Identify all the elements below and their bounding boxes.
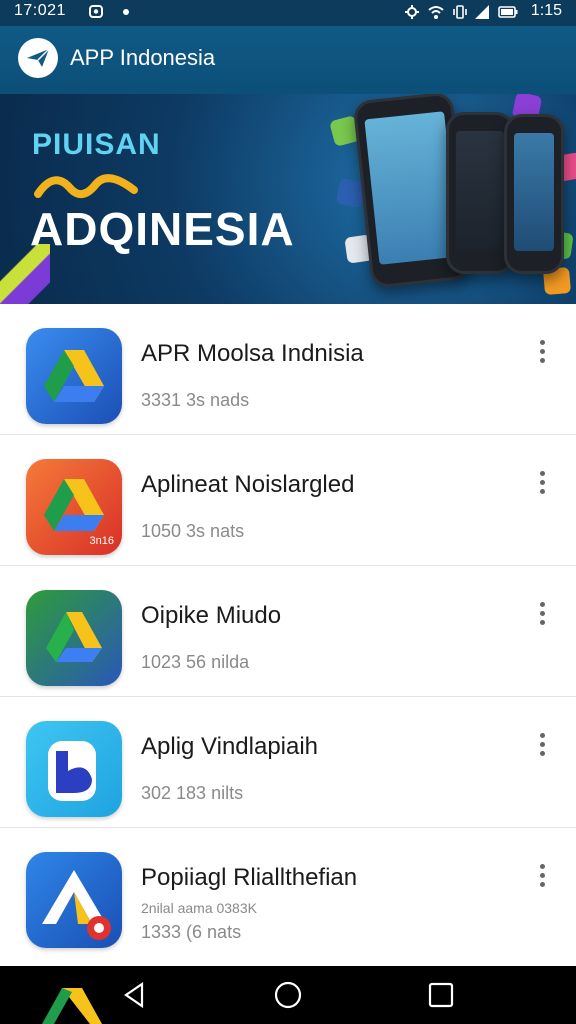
recents-icon[interactable]: [426, 980, 456, 1010]
app-title: APP Indonesia: [70, 45, 216, 70]
banner-title: ADQINESIA: [30, 203, 295, 255]
phone-illustration: [504, 114, 564, 274]
b-icon: [26, 721, 122, 817]
app-name: APR Moolsa Indnisia: [141, 340, 364, 367]
paper-plane-icon: [27, 48, 50, 67]
app-name: Aplig Vindlapiaih: [141, 733, 319, 760]
list-item[interactable]: APR Moolsa Indnisia 3331 3s nads: [0, 304, 576, 435]
battery-icon: [498, 6, 518, 18]
drive-icon: [26, 590, 122, 686]
app-meta: 3331 3s nads: [141, 390, 250, 410]
home-icon[interactable]: [273, 980, 303, 1010]
app-name: Aplineat Noislargled: [141, 471, 355, 498]
more-options-icon[interactable]: [534, 471, 550, 501]
list-item[interactable]: 3n16 Aplineat Noislargled 1050 3s nats: [0, 435, 576, 566]
app-logo[interactable]: [18, 38, 58, 78]
app-name: Oipike Miudo: [141, 602, 282, 629]
app-subtitle: 2nilal aama 0383K: [141, 900, 257, 916]
more-options-icon[interactable]: [534, 733, 550, 763]
back-icon[interactable]: [120, 980, 150, 1010]
list-item[interactable]: Aplig Vindlapiaih 302 183 nilts: [0, 697, 576, 828]
notification-icon: [89, 5, 103, 18]
drive-icon: [26, 328, 122, 424]
app-name: Popiiagl Rliallthefian: [141, 864, 358, 891]
app-meta: 302 183 nilts: [141, 783, 244, 803]
drive-icon: [26, 852, 122, 948]
app-meta: 1333 (6 nats: [141, 922, 242, 942]
more-options-icon[interactable]: [534, 340, 550, 370]
app-bar: APP Indonesia: [0, 26, 576, 94]
wifi-icon: [428, 6, 444, 19]
app-meta: 1023 56 nilda: [141, 652, 250, 672]
app-meta: 1050 3s nats: [141, 521, 245, 541]
status-bar: 17:021 1:15: [0, 0, 576, 26]
vibrate-icon: [453, 5, 467, 19]
system-nav-bar: [0, 966, 576, 1024]
settings-icon: [405, 5, 419, 19]
signal-icon: [475, 5, 489, 19]
status-clock: 1:15: [530, 2, 562, 19]
banner-headline: PIUISAN: [32, 128, 161, 161]
drive-icon: 3n16: [26, 459, 122, 555]
drive-shortcut-icon[interactable]: [40, 984, 104, 1024]
list-item[interactable]: Popiiagl Rliallthefian 2nilal aama 0383K…: [0, 828, 576, 958]
dot-icon: [123, 9, 129, 15]
more-options-icon[interactable]: [534, 864, 550, 894]
more-options-icon[interactable]: [534, 602, 550, 632]
promo-banner[interactable]: PIUISAN ADQINESIA: [0, 94, 576, 304]
status-time: 17:021: [14, 2, 66, 19]
app-list: APR Moolsa Indnisia 3331 3s nads 3n16 Ap…: [0, 304, 576, 958]
app-badge: 3n16: [89, 535, 114, 547]
list-item[interactable]: Oipike Miudo 1023 56 nilda: [0, 566, 576, 697]
